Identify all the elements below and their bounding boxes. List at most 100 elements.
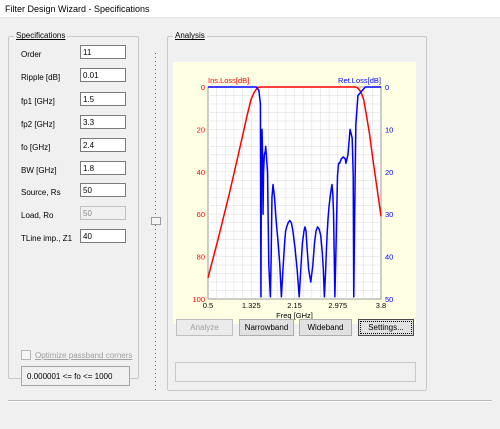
slider-tick bbox=[155, 273, 156, 274]
slider-tick bbox=[155, 193, 156, 194]
slider-tick bbox=[155, 69, 156, 70]
specifications-group-title: Specifications bbox=[14, 31, 68, 40]
slider-tick bbox=[155, 361, 156, 362]
right-axis-tick-label: 30 bbox=[385, 210, 393, 219]
dialog-client: Specifications Order Ripple [dB] fp1 [GH… bbox=[0, 18, 500, 429]
wideband-button[interactable]: Wideband bbox=[299, 319, 352, 336]
slider-tick bbox=[155, 337, 156, 338]
slider-tick bbox=[155, 109, 156, 110]
tline-imp-field[interactable] bbox=[80, 229, 126, 243]
analysis-message-box bbox=[175, 362, 416, 382]
left-axis-title: Ins.Loss[dB] bbox=[208, 76, 249, 85]
fp1-field[interactable] bbox=[80, 92, 126, 106]
slider-tick bbox=[155, 341, 156, 342]
slider-tick bbox=[155, 293, 156, 294]
ripple-field[interactable] bbox=[80, 68, 126, 82]
slider-tick bbox=[155, 309, 156, 310]
slider-tick bbox=[155, 389, 156, 390]
slider-tick bbox=[155, 373, 156, 374]
bottom-separator bbox=[8, 400, 492, 402]
analysis-group-title: Analysis bbox=[173, 31, 207, 40]
right-axis-tick-label: 40 bbox=[385, 253, 393, 262]
x-axis-tick-label: 2.975 bbox=[328, 301, 347, 310]
source-rs-field[interactable] bbox=[80, 183, 126, 197]
left-axis-tick-label: 40 bbox=[197, 168, 205, 177]
bw-field[interactable] bbox=[80, 161, 126, 175]
slider-tick bbox=[155, 237, 156, 238]
slider-tick bbox=[155, 113, 156, 114]
slider-tick bbox=[155, 277, 156, 278]
right-axis-tick-label: 10 bbox=[385, 125, 393, 134]
slider-tick bbox=[155, 345, 156, 346]
fp2-field[interactable] bbox=[80, 115, 126, 129]
slider-tick bbox=[155, 201, 156, 202]
slider-tick bbox=[155, 261, 156, 262]
load-ro-field bbox=[80, 206, 126, 220]
slider-tick bbox=[155, 53, 156, 54]
right-axis-tick-label: 20 bbox=[385, 168, 393, 177]
slider-tick bbox=[155, 129, 156, 130]
slider-tick bbox=[155, 73, 156, 74]
slider-tick bbox=[155, 385, 156, 386]
window-title: Filter Design Wizard - Specifications bbox=[5, 4, 150, 14]
left-axis-tick-label: 80 bbox=[197, 253, 205, 262]
slider-tick bbox=[155, 249, 156, 250]
slider-tick bbox=[155, 181, 156, 182]
slider-tick bbox=[155, 381, 156, 382]
title-bar: Filter Design Wizard - Specifications bbox=[0, 0, 500, 18]
slider-tick bbox=[155, 149, 156, 150]
slider-tick bbox=[155, 141, 156, 142]
slider-tick bbox=[155, 213, 156, 214]
fo-range-text: 0.000001 <= fo <= 1000 bbox=[27, 372, 113, 381]
order-label: Order bbox=[21, 50, 42, 59]
bw-label: BW [GHz] bbox=[21, 166, 57, 175]
slider-tick bbox=[155, 257, 156, 258]
right-axis-tick-label: 50 bbox=[385, 295, 393, 304]
slider-thumb[interactable] bbox=[151, 217, 161, 225]
slider-tick bbox=[155, 205, 156, 206]
x-axis-tick-label: 3.8 bbox=[376, 301, 386, 310]
slider-tick bbox=[155, 161, 156, 162]
settings-button[interactable]: Settings... bbox=[358, 319, 414, 336]
slider-tick bbox=[155, 97, 156, 98]
slider-tick bbox=[155, 121, 156, 122]
slider-tick bbox=[155, 157, 156, 158]
slider-tick bbox=[155, 209, 156, 210]
slider-tick bbox=[155, 197, 156, 198]
optimize-passband-checkbox: Optimize passband corners bbox=[21, 350, 132, 360]
x-axis-tick-label: 1.325 bbox=[242, 301, 261, 310]
analysis-chart: 0 20 40 60 80 100 0 10 20 30 40 50 0.5 1.325 2.15 2.975… bbox=[173, 62, 416, 324]
slider-tick bbox=[155, 153, 156, 154]
slider-tick bbox=[155, 57, 156, 58]
slider-tick bbox=[155, 245, 156, 246]
left-axis-tick-label: 20 bbox=[197, 125, 205, 134]
slider-tick bbox=[155, 233, 156, 234]
slider-tick bbox=[155, 185, 156, 186]
slider-tick bbox=[155, 365, 156, 366]
slider-tick bbox=[155, 125, 156, 126]
order-field[interactable] bbox=[80, 45, 126, 59]
slider-tick bbox=[155, 89, 156, 90]
slider-tick bbox=[155, 313, 156, 314]
slider-tick bbox=[155, 101, 156, 102]
slider-tick bbox=[155, 265, 156, 266]
slider-tick bbox=[155, 225, 156, 226]
analyze-button[interactable]: Analyze bbox=[176, 319, 233, 336]
right-axis-title: Ret.Loss[dB] bbox=[338, 76, 381, 85]
slider-tick bbox=[155, 321, 156, 322]
tline-imp-label: TLine imp., Z1 bbox=[21, 234, 73, 243]
slider-tick bbox=[155, 105, 156, 106]
slider-tick bbox=[155, 137, 156, 138]
fo-label: fo [GHz] bbox=[21, 143, 51, 152]
narrowband-button[interactable]: Narrowband bbox=[239, 319, 294, 336]
source-rs-label: Source, Rs bbox=[21, 188, 61, 197]
slider-tick bbox=[155, 269, 156, 270]
left-axis-tick-label: 0 bbox=[201, 83, 205, 92]
slider-tick bbox=[155, 65, 156, 66]
slider-tick bbox=[155, 189, 156, 190]
fo-field[interactable] bbox=[80, 138, 126, 152]
slider-tick bbox=[155, 349, 156, 350]
ripple-label: Ripple [dB] bbox=[21, 73, 61, 82]
slider-tick bbox=[155, 329, 156, 330]
slider-tick bbox=[155, 229, 156, 230]
